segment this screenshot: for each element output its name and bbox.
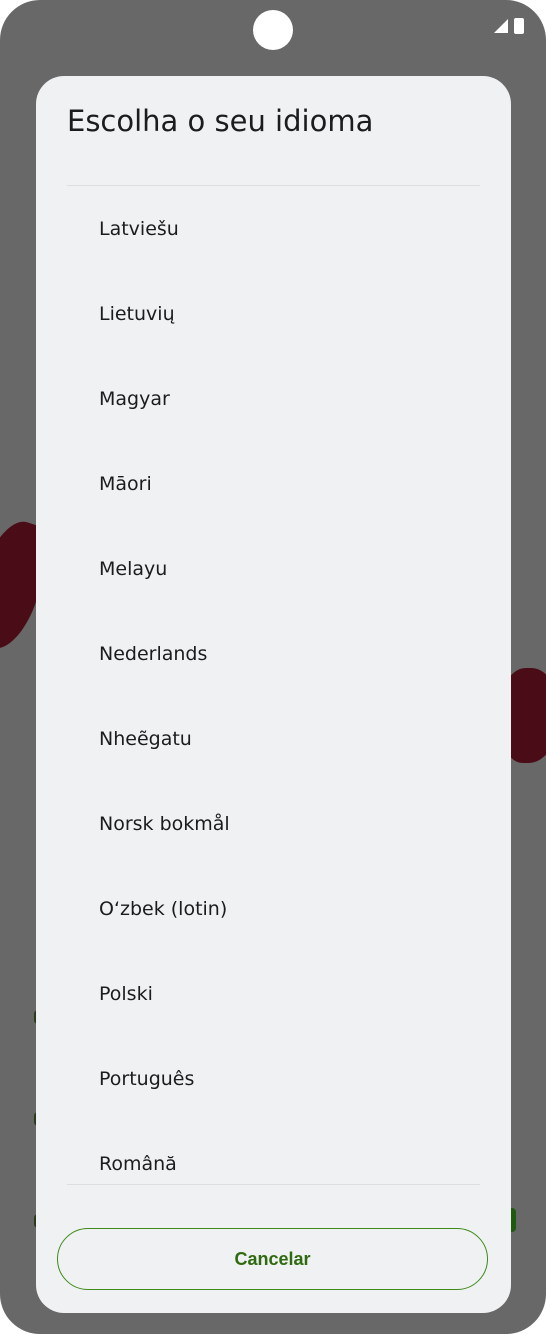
language-option[interactable]: Português [36, 1036, 511, 1121]
language-option[interactable]: Lietuvių [36, 271, 511, 356]
language-option[interactable]: Norsk bokmål [36, 781, 511, 866]
language-option[interactable]: O‘zbek (lotin) [36, 866, 511, 951]
language-option[interactable]: Melayu [36, 526, 511, 611]
cancel-button[interactable]: Cancelar [57, 1228, 488, 1290]
divider [67, 1184, 480, 1185]
signal-icon [494, 19, 508, 33]
language-option[interactable]: Latviešu [36, 186, 511, 271]
language-option[interactable]: Nederlands [36, 611, 511, 696]
status-bar [494, 18, 524, 34]
language-option[interactable]: Română [36, 1121, 511, 1184]
language-option[interactable]: Nheẽgatu [36, 696, 511, 781]
dialog-title: Escolha o seu idioma [67, 104, 374, 138]
language-option[interactable]: Polski [36, 951, 511, 1036]
language-dialog: Escolha o seu idioma Latviešu Lietuvių M… [36, 76, 511, 1313]
language-list[interactable]: Latviešu Lietuvių Magyar Māori Melayu Ne… [36, 186, 511, 1184]
language-option[interactable]: Māori [36, 441, 511, 526]
battery-icon [514, 18, 524, 34]
device-screen: Escolha o seu idioma Latviešu Lietuvių M… [0, 0, 546, 1334]
camera-cutout [253, 10, 293, 50]
language-option[interactable]: Magyar [36, 356, 511, 441]
